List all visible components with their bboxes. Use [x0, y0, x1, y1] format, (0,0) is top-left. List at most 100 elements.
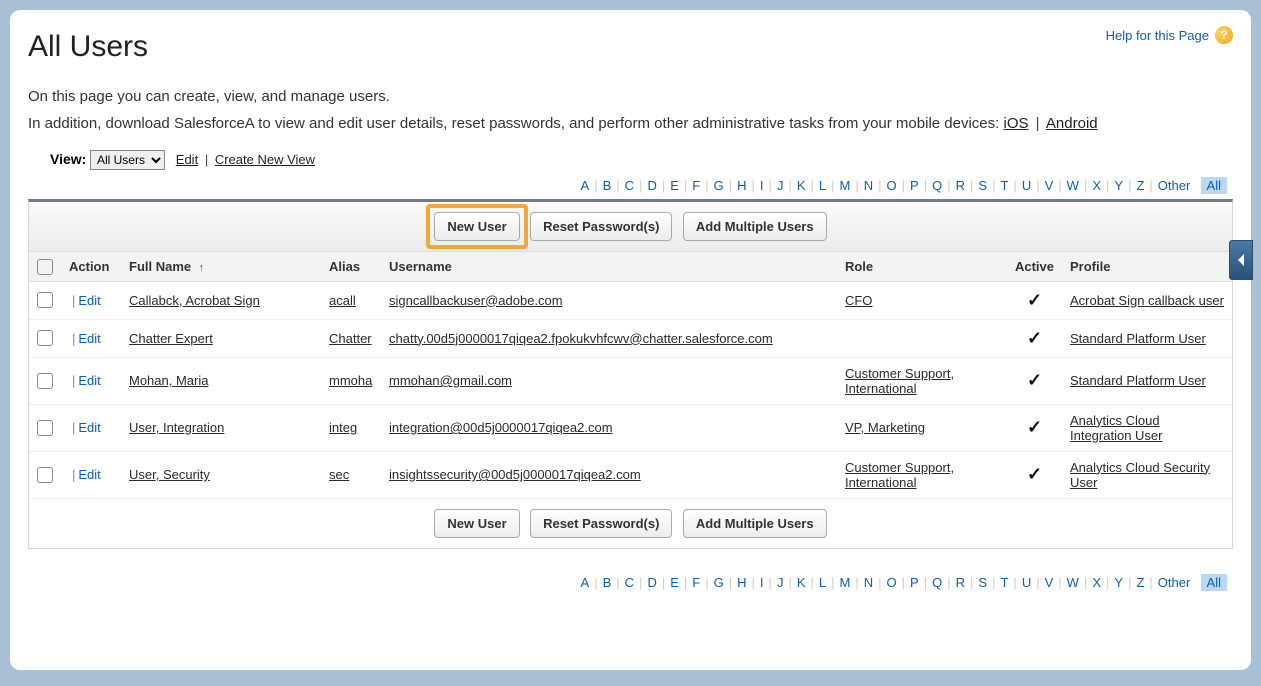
alpha-letter-z[interactable]: Z — [1135, 178, 1145, 193]
reset-password-button[interactable]: Reset Password(s) — [530, 509, 672, 538]
username-link[interactable]: chatty.00d5j0000017qiqea2.fpokukvhfcwv@c… — [389, 331, 773, 346]
alpha-letter-h[interactable]: H — [736, 575, 747, 590]
new-user-button[interactable]: New User — [434, 509, 519, 538]
alpha-letter-n[interactable]: N — [863, 178, 874, 193]
row-checkbox[interactable] — [37, 330, 53, 346]
add-multiple-users-button[interactable]: Add Multiple Users — [683, 212, 827, 241]
alpha-letter-x[interactable]: X — [1091, 575, 1102, 590]
reset-password-button[interactable]: Reset Password(s) — [530, 212, 672, 241]
alpha-letter-l[interactable]: L — [818, 575, 827, 590]
alpha-other[interactable]: Other — [1157, 178, 1192, 193]
alias-link[interactable]: integ — [329, 420, 357, 435]
add-multiple-users-button[interactable]: Add Multiple Users — [683, 509, 827, 538]
col-active[interactable]: Active — [1007, 252, 1062, 281]
alpha-letter-w[interactable]: W — [1066, 575, 1080, 590]
alpha-letter-t[interactable]: T — [999, 178, 1009, 193]
col-role[interactable]: Role — [837, 252, 1007, 281]
username-link[interactable]: insightssecurity@00d5j0000017qiqea2.com — [389, 467, 641, 482]
edit-link[interactable]: Edit — [78, 420, 100, 435]
alpha-letter-r[interactable]: R — [955, 178, 966, 193]
alpha-letter-v[interactable]: V — [1044, 178, 1055, 193]
alias-link[interactable]: mmoha — [329, 373, 372, 388]
profile-link[interactable]: Standard Platform User — [1070, 373, 1206, 388]
alpha-letter-z[interactable]: Z — [1135, 575, 1145, 590]
alpha-letter-h[interactable]: H — [736, 178, 747, 193]
alpha-letter-b[interactable]: B — [602, 575, 613, 590]
alpha-letter-c[interactable]: C — [624, 178, 635, 193]
alpha-letter-u[interactable]: U — [1021, 575, 1032, 590]
alpha-letter-w[interactable]: W — [1066, 178, 1080, 193]
alpha-letter-g[interactable]: G — [713, 575, 725, 590]
role-link[interactable]: CFO — [845, 293, 872, 308]
alpha-letter-p[interactable]: P — [909, 178, 920, 193]
col-username[interactable]: Username — [381, 252, 837, 281]
help-link[interactable]: Help for this Page ? — [1106, 26, 1233, 44]
row-checkbox[interactable] — [37, 420, 53, 436]
alpha-letter-m[interactable]: M — [839, 178, 852, 193]
alpha-letter-o[interactable]: O — [886, 178, 898, 193]
edit-link[interactable]: Edit — [78, 467, 100, 482]
create-view-link[interactable]: Create New View — [215, 152, 315, 167]
alpha-letter-q[interactable]: Q — [931, 178, 943, 193]
alpha-letter-s[interactable]: S — [977, 178, 988, 193]
alpha-letter-t[interactable]: T — [999, 575, 1009, 590]
col-full-name[interactable]: Full Name ↑ — [121, 252, 321, 281]
alpha-letter-n[interactable]: N — [863, 575, 874, 590]
role-link[interactable]: Customer Support, International — [845, 366, 954, 396]
full-name-link[interactable]: User, Integration — [129, 420, 224, 435]
alpha-letter-g[interactable]: G — [713, 178, 725, 193]
edit-link[interactable]: Edit — [78, 293, 100, 308]
row-checkbox[interactable] — [37, 292, 53, 308]
alpha-letter-d[interactable]: D — [646, 178, 657, 193]
alpha-letter-s[interactable]: S — [977, 575, 988, 590]
username-link[interactable]: signcallbackuser@adobe.com — [389, 293, 563, 308]
alpha-letter-o[interactable]: O — [886, 575, 898, 590]
alpha-letter-m[interactable]: M — [839, 575, 852, 590]
row-checkbox[interactable] — [37, 373, 53, 389]
col-alias[interactable]: Alias — [321, 252, 381, 281]
username-link[interactable]: mmohan@gmail.com — [389, 373, 512, 388]
alpha-all[interactable]: All — [1201, 177, 1227, 194]
username-link[interactable]: integration@00d5j0000017qiqea2.com — [389, 420, 613, 435]
side-collapse-tab[interactable] — [1229, 240, 1253, 280]
profile-link[interactable]: Standard Platform User — [1070, 331, 1206, 346]
alpha-letter-a[interactable]: A — [580, 178, 591, 193]
alpha-letter-k[interactable]: K — [796, 575, 807, 590]
alpha-letter-e[interactable]: E — [669, 178, 680, 193]
view-select[interactable]: All Users — [90, 150, 165, 170]
alpha-letter-q[interactable]: Q — [931, 575, 943, 590]
alpha-letter-y[interactable]: Y — [1113, 575, 1124, 590]
alias-link[interactable]: Chatter — [329, 331, 372, 346]
alpha-letter-i[interactable]: I — [759, 178, 765, 193]
edit-link[interactable]: Edit — [78, 331, 100, 346]
ios-link[interactable]: iOS — [1003, 115, 1028, 132]
profile-link[interactable]: Acrobat Sign callback user — [1070, 293, 1224, 308]
profile-link[interactable]: Analytics Cloud Integration User — [1070, 413, 1163, 443]
full-name-link[interactable]: User, Security — [129, 467, 210, 482]
alpha-other[interactable]: Other — [1157, 575, 1192, 590]
alpha-all[interactable]: All — [1201, 574, 1227, 591]
alias-link[interactable]: acall — [329, 293, 356, 308]
alpha-letter-k[interactable]: K — [796, 178, 807, 193]
alias-link[interactable]: sec — [329, 467, 349, 482]
alpha-letter-d[interactable]: D — [646, 575, 657, 590]
alpha-letter-v[interactable]: V — [1044, 575, 1055, 590]
new-user-button[interactable]: New User — [434, 212, 519, 241]
edit-link[interactable]: Edit — [78, 373, 100, 388]
android-link[interactable]: Android — [1046, 115, 1098, 132]
alpha-letter-a[interactable]: A — [580, 575, 591, 590]
alpha-letter-e[interactable]: E — [669, 575, 680, 590]
alpha-letter-r[interactable]: R — [955, 575, 966, 590]
alpha-letter-c[interactable]: C — [624, 575, 635, 590]
alpha-letter-f[interactable]: F — [691, 178, 701, 193]
full-name-link[interactable]: Mohan, Maria — [129, 373, 208, 388]
alpha-letter-y[interactable]: Y — [1113, 178, 1124, 193]
profile-link[interactable]: Analytics Cloud Security User — [1070, 460, 1210, 490]
edit-view-link[interactable]: Edit — [176, 152, 198, 167]
alpha-letter-p[interactable]: P — [909, 575, 920, 590]
role-link[interactable]: Customer Support, International — [845, 460, 954, 490]
alpha-letter-f[interactable]: F — [691, 575, 701, 590]
alpha-letter-x[interactable]: X — [1091, 178, 1102, 193]
alpha-letter-u[interactable]: U — [1021, 178, 1032, 193]
alpha-letter-b[interactable]: B — [602, 178, 613, 193]
